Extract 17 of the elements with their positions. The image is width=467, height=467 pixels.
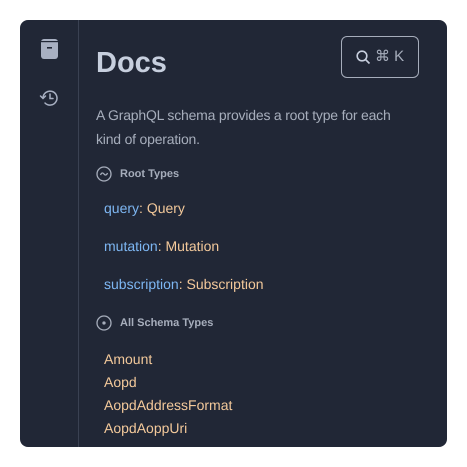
dot-circle-icon xyxy=(96,315,112,332)
book-icon[interactable] xyxy=(40,39,58,59)
root-type-link[interactable]: subscription: Subscription xyxy=(104,275,419,294)
type-link[interactable]: AopdAoppUri xyxy=(104,416,419,440)
wave-circle-icon xyxy=(96,166,112,182)
type-link[interactable]: Aopd xyxy=(104,370,419,394)
type-link[interactable]: AopdAddressFormat xyxy=(104,394,419,416)
section-heading: Root Types xyxy=(120,166,180,182)
root-type-link[interactable]: query: Query xyxy=(104,199,419,218)
root-type-link[interactable]: mutation: Mutation xyxy=(104,237,419,256)
docs-title: Docs xyxy=(96,46,167,81)
description: A GraphQL schema provides a root type for each kind of operation. xyxy=(96,106,392,149)
search-button[interactable]: ⌘ K xyxy=(341,36,419,78)
search-icon xyxy=(356,50,371,64)
type-link[interactable]: Amount xyxy=(104,348,419,370)
section-heading: All Schema Types xyxy=(120,316,214,331)
history-icon[interactable] xyxy=(39,89,59,107)
